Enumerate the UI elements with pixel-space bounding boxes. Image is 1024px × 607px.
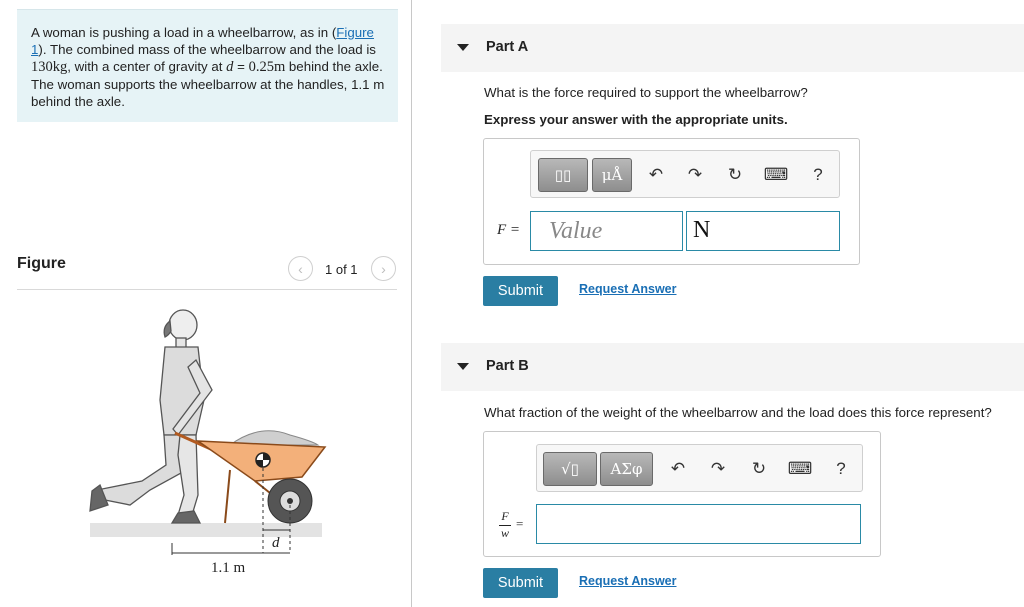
keyboard-icon: ⌨ [763,165,789,184]
dimension-handle-label: 1.1 m [211,560,246,576]
reset-button[interactable]: ↻ [748,459,770,479]
sqrt-template-button[interactable]: √▯ [543,452,597,486]
part-b-question: What fraction of the weight of the wheel… [484,405,992,420]
part-a-instruction: Express your answer with the appropriate… [484,112,788,127]
left-pane: A woman is pushing a load in a wheelbarr… [0,0,412,607]
redo-button[interactable]: ↷ [684,165,706,185]
part-a-request-answer-link[interactable]: Request Answer [579,282,676,296]
redo-icon: ↷ [710,459,726,478]
part-b-title: Part B [486,358,529,374]
equals-sign: = [516,516,524,531]
redo-icon: ↷ [687,165,703,184]
part-b-answer-box: √▯ ΑΣφ ↶ ↷ ↻ ⌨ ? F w = [483,431,881,557]
figure-divider [17,289,397,290]
part-a-title: Part A [486,39,529,55]
next-figure-button[interactable]: › [371,256,396,281]
keyboard-icon: ⌨ [787,459,813,478]
figure-heading: Figure [17,255,66,272]
part-b-request-answer-link[interactable]: Request Answer [579,574,676,588]
undo-icon: ↶ [670,459,686,478]
problem-text-4: = [233,59,249,74]
reset-icon: ↻ [751,459,767,478]
reset-icon: ↻ [727,165,743,184]
part-b-toolbar: √▯ ΑΣφ ↶ ↷ ↻ ⌨ ? [536,444,863,492]
units-button[interactable]: μÅ [592,158,632,192]
help-icon: ? [836,459,846,478]
undo-button[interactable]: ↶ [645,165,667,185]
problem-text-1: A woman is pushing a load in a wheelbarr… [31,25,337,40]
dimension-d-label: d [272,535,280,551]
d-value: 0.25m [248,59,286,75]
mass-value: 130kg [31,59,68,75]
templates-button[interactable]: ▯▯ [538,158,588,192]
collapse-triangle-icon [457,44,469,51]
wheelbarrow-figure [89,309,327,555]
greek-button[interactable]: ΑΣφ [600,452,653,486]
chevron-right-icon: › [381,260,386,277]
part-a-header[interactable]: Part A [441,24,1024,72]
force-variable-label: F = [497,222,521,238]
part-a-question: What is the force required to support th… [484,85,808,100]
chevron-left-icon: ‹ [298,260,303,277]
keyboard-button[interactable]: ⌨ [787,459,813,479]
problem-text-3: , with a center of gravity at [67,59,227,74]
prev-figure-button[interactable]: ‹ [288,256,313,281]
undo-button[interactable]: ↶ [667,459,689,479]
fraction-numerator: F [501,509,509,523]
redo-button[interactable]: ↷ [707,459,729,479]
problem-text-2: ). The combined mass of the wheelbarrow … [38,42,376,57]
problem-statement: A woman is pushing a load in a wheelbarr… [17,9,398,122]
right-pane: Part A What is the force required to sup… [413,0,1024,607]
figure-page-count: 1 of 1 [325,262,358,277]
units-icon: μÅ [601,166,623,184]
problem-text-6: behind the axle. [31,94,125,109]
help-button[interactable]: ? [807,165,829,185]
part-a-toolbar: ▯▯ μÅ ↶ ↷ ↻ ⌨ ? [530,150,840,198]
handle-distance: 1.1 m [351,77,385,92]
part-a-submit-button[interactable]: Submit [483,276,558,306]
units-input[interactable]: N [686,211,840,251]
keyboard-button[interactable]: ⌨ [763,165,789,185]
fraction-input[interactable] [536,504,861,544]
part-b-header[interactable]: Part B [441,343,1024,391]
sqrt-icon: √▯ [561,460,579,478]
templates-icon: ▯▯ [554,166,572,184]
value-input[interactable]: Value [530,211,683,251]
part-b-submit-button[interactable]: Submit [483,568,558,598]
collapse-triangle-icon [457,363,469,370]
part-a-answer-box: ▯▯ μÅ ↶ ↷ ↻ ⌨ ? F = Value N [483,138,860,265]
greek-icon: ΑΣφ [610,460,643,478]
help-icon: ? [813,165,823,184]
fraction-denominator: w [500,526,509,540]
help-button[interactable]: ? [830,459,852,479]
undo-icon: ↶ [648,165,664,184]
reset-button[interactable]: ↻ [724,165,746,185]
